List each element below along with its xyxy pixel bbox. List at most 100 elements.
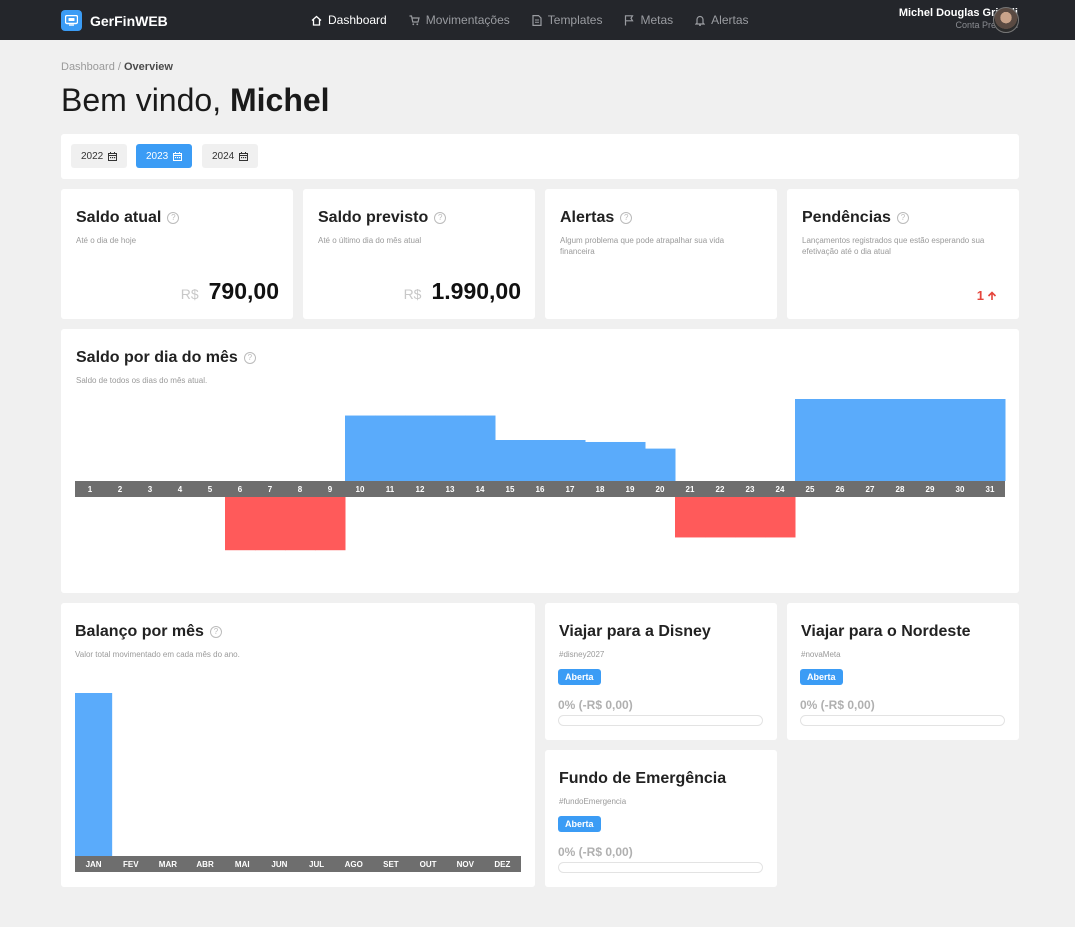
x-tick-label: 23 [746, 485, 755, 494]
x-tick-label: 18 [596, 485, 605, 494]
x-tick-label: 10 [356, 485, 365, 494]
card-subtitle: Até o último dia do mês atual [318, 236, 422, 245]
x-tick-label: 9 [328, 485, 333, 494]
daily-bar [795, 399, 826, 481]
breadcrumb-root[interactable]: Dashboard [61, 61, 115, 73]
breadcrumb-separator: / [114, 61, 124, 73]
x-tick-label: 2 [118, 485, 123, 494]
calendar-icon [173, 151, 183, 161]
nav-alertas[interactable]: Alertas [695, 13, 749, 27]
balance-value: 790,00 [208, 278, 279, 304]
daily-bar [255, 497, 286, 551]
goal-card[interactable]: Viajar para o Nordeste #novaMeta Aberta … [787, 603, 1019, 740]
card-subtitle: Até o dia de hoje [76, 236, 137, 245]
year-label: 2023 [146, 150, 169, 162]
cart-icon [409, 14, 420, 25]
x-tick-label: 8 [298, 485, 303, 494]
x-tick-label: JUL [309, 860, 324, 869]
x-tick-label: 16 [536, 485, 545, 494]
x-tick-label: DEZ [494, 860, 510, 869]
app-name: GerFinWEB [90, 12, 168, 29]
currency-symbol: R$ [403, 286, 422, 302]
daily-balance-chart: 1 2 3 4 5 6 7 8 9 10 11 12 13 14 15 16 17 18 19 20 21 22 23 24 2… [75, 399, 1006, 551]
card-daily-balance-chart: Saldo por dia do mês? Saldo de todos os … [61, 329, 1019, 593]
x-tick-label: 29 [926, 485, 935, 494]
goal-title: Viajar para a Disney [559, 623, 711, 640]
card-title-text: Alertas [560, 209, 615, 226]
nav-label: Alertas [711, 13, 749, 27]
goal-progress-text: 0% (-R$ 0,00) [800, 698, 875, 712]
goal-card[interactable]: Fundo de Emergência #fundoEmergencia Abe… [545, 750, 777, 887]
daily-bar [375, 415, 406, 481]
daily-bar [975, 399, 1006, 481]
x-tick-label: 11 [386, 485, 395, 494]
status-badge: Aberta [558, 816, 601, 832]
card-title: Alertas? [560, 209, 633, 227]
nav-dashboard[interactable]: Dashboard [311, 13, 387, 27]
brand[interactable]: GerFinWEB [61, 10, 168, 31]
bell-icon [695, 15, 706, 26]
x-tick-label: 14 [476, 485, 485, 494]
top-navbar: GerFinWEB Dashboard Movimentações Templa… [0, 0, 1075, 40]
calendar-icon [239, 151, 249, 161]
card-alertas: Alertas? Algum problema que pode atrapal… [545, 189, 777, 319]
goal-card[interactable]: Viajar para a Disney #disney2027 Aberta … [545, 603, 777, 740]
x-tick-label: 17 [566, 485, 575, 494]
avatar[interactable] [993, 7, 1019, 33]
help-icon[interactable]: ? [896, 212, 909, 224]
balance-amount: R$ 790,00 [181, 278, 279, 305]
x-tick-label: 4 [178, 485, 183, 494]
goal-title: Viajar para o Nordeste [801, 623, 971, 640]
pending-count[interactable]: 1 [977, 288, 997, 303]
daily-bar [615, 441, 646, 481]
year-button-2024[interactable]: 2024 [202, 144, 259, 168]
nav-movimentacoes[interactable]: Movimentações [409, 13, 510, 27]
goal-progress-bar [558, 862, 763, 873]
x-tick-label: JAN [86, 860, 102, 869]
year-button-2022[interactable]: 2022 [71, 144, 128, 168]
x-tick-label: AGO [345, 860, 363, 869]
goal-title: Fundo de Emergência [559, 770, 727, 787]
greeting-prefix: Bem vindo, [61, 82, 230, 118]
nav-templates[interactable]: Templates [532, 13, 602, 27]
x-tick-label: 15 [506, 485, 515, 494]
daily-bar [435, 415, 466, 481]
card-title-text: Saldo atual [76, 209, 162, 226]
card-subtitle: Algum problema que pode atrapalhar sua v… [560, 236, 725, 256]
app-logo-icon [61, 10, 82, 31]
daily-bar [915, 399, 946, 481]
year-button-2023[interactable]: 2023 [136, 144, 193, 168]
daily-bar [735, 497, 766, 538]
card-title: Pendências? [802, 209, 909, 227]
help-icon[interactable]: ? [434, 212, 447, 224]
daily-bar [285, 497, 316, 551]
daily-bar [675, 497, 706, 538]
daily-bar [315, 497, 346, 551]
daily-bar [885, 399, 916, 481]
x-tick-label: 25 [806, 485, 815, 494]
year-label: 2024 [212, 150, 235, 162]
nav-label: Dashboard [328, 13, 387, 27]
document-icon [532, 14, 542, 26]
card-title-text: Pendências [802, 209, 891, 226]
x-tick-label: 1 [88, 485, 93, 494]
x-tick-label: OUT [420, 860, 437, 869]
daily-bar [855, 399, 886, 481]
x-tick-label: 26 [836, 485, 845, 494]
card-subtitle: Lançamentos registrados que estão espera… [802, 236, 985, 256]
breadcrumb-current: Overview [124, 61, 173, 73]
goal-progress-bar [800, 715, 1005, 726]
nav-metas[interactable]: Metas [624, 13, 673, 27]
monthly-bar [75, 693, 113, 856]
daily-bar [825, 399, 856, 481]
card-title: Saldo previsto? [318, 209, 447, 227]
help-icon[interactable]: ? [620, 212, 633, 224]
daily-bar [345, 415, 376, 481]
flag-icon [625, 14, 635, 25]
arrow-up-icon [987, 290, 997, 300]
goal-progress-text: 0% (-R$ 0,00) [558, 698, 633, 712]
x-tick-label: FEV [123, 860, 139, 869]
help-icon[interactable]: ? [167, 212, 180, 224]
nav-label: Movimentações [425, 13, 510, 27]
forecast-value: 1.990,00 [431, 278, 521, 304]
